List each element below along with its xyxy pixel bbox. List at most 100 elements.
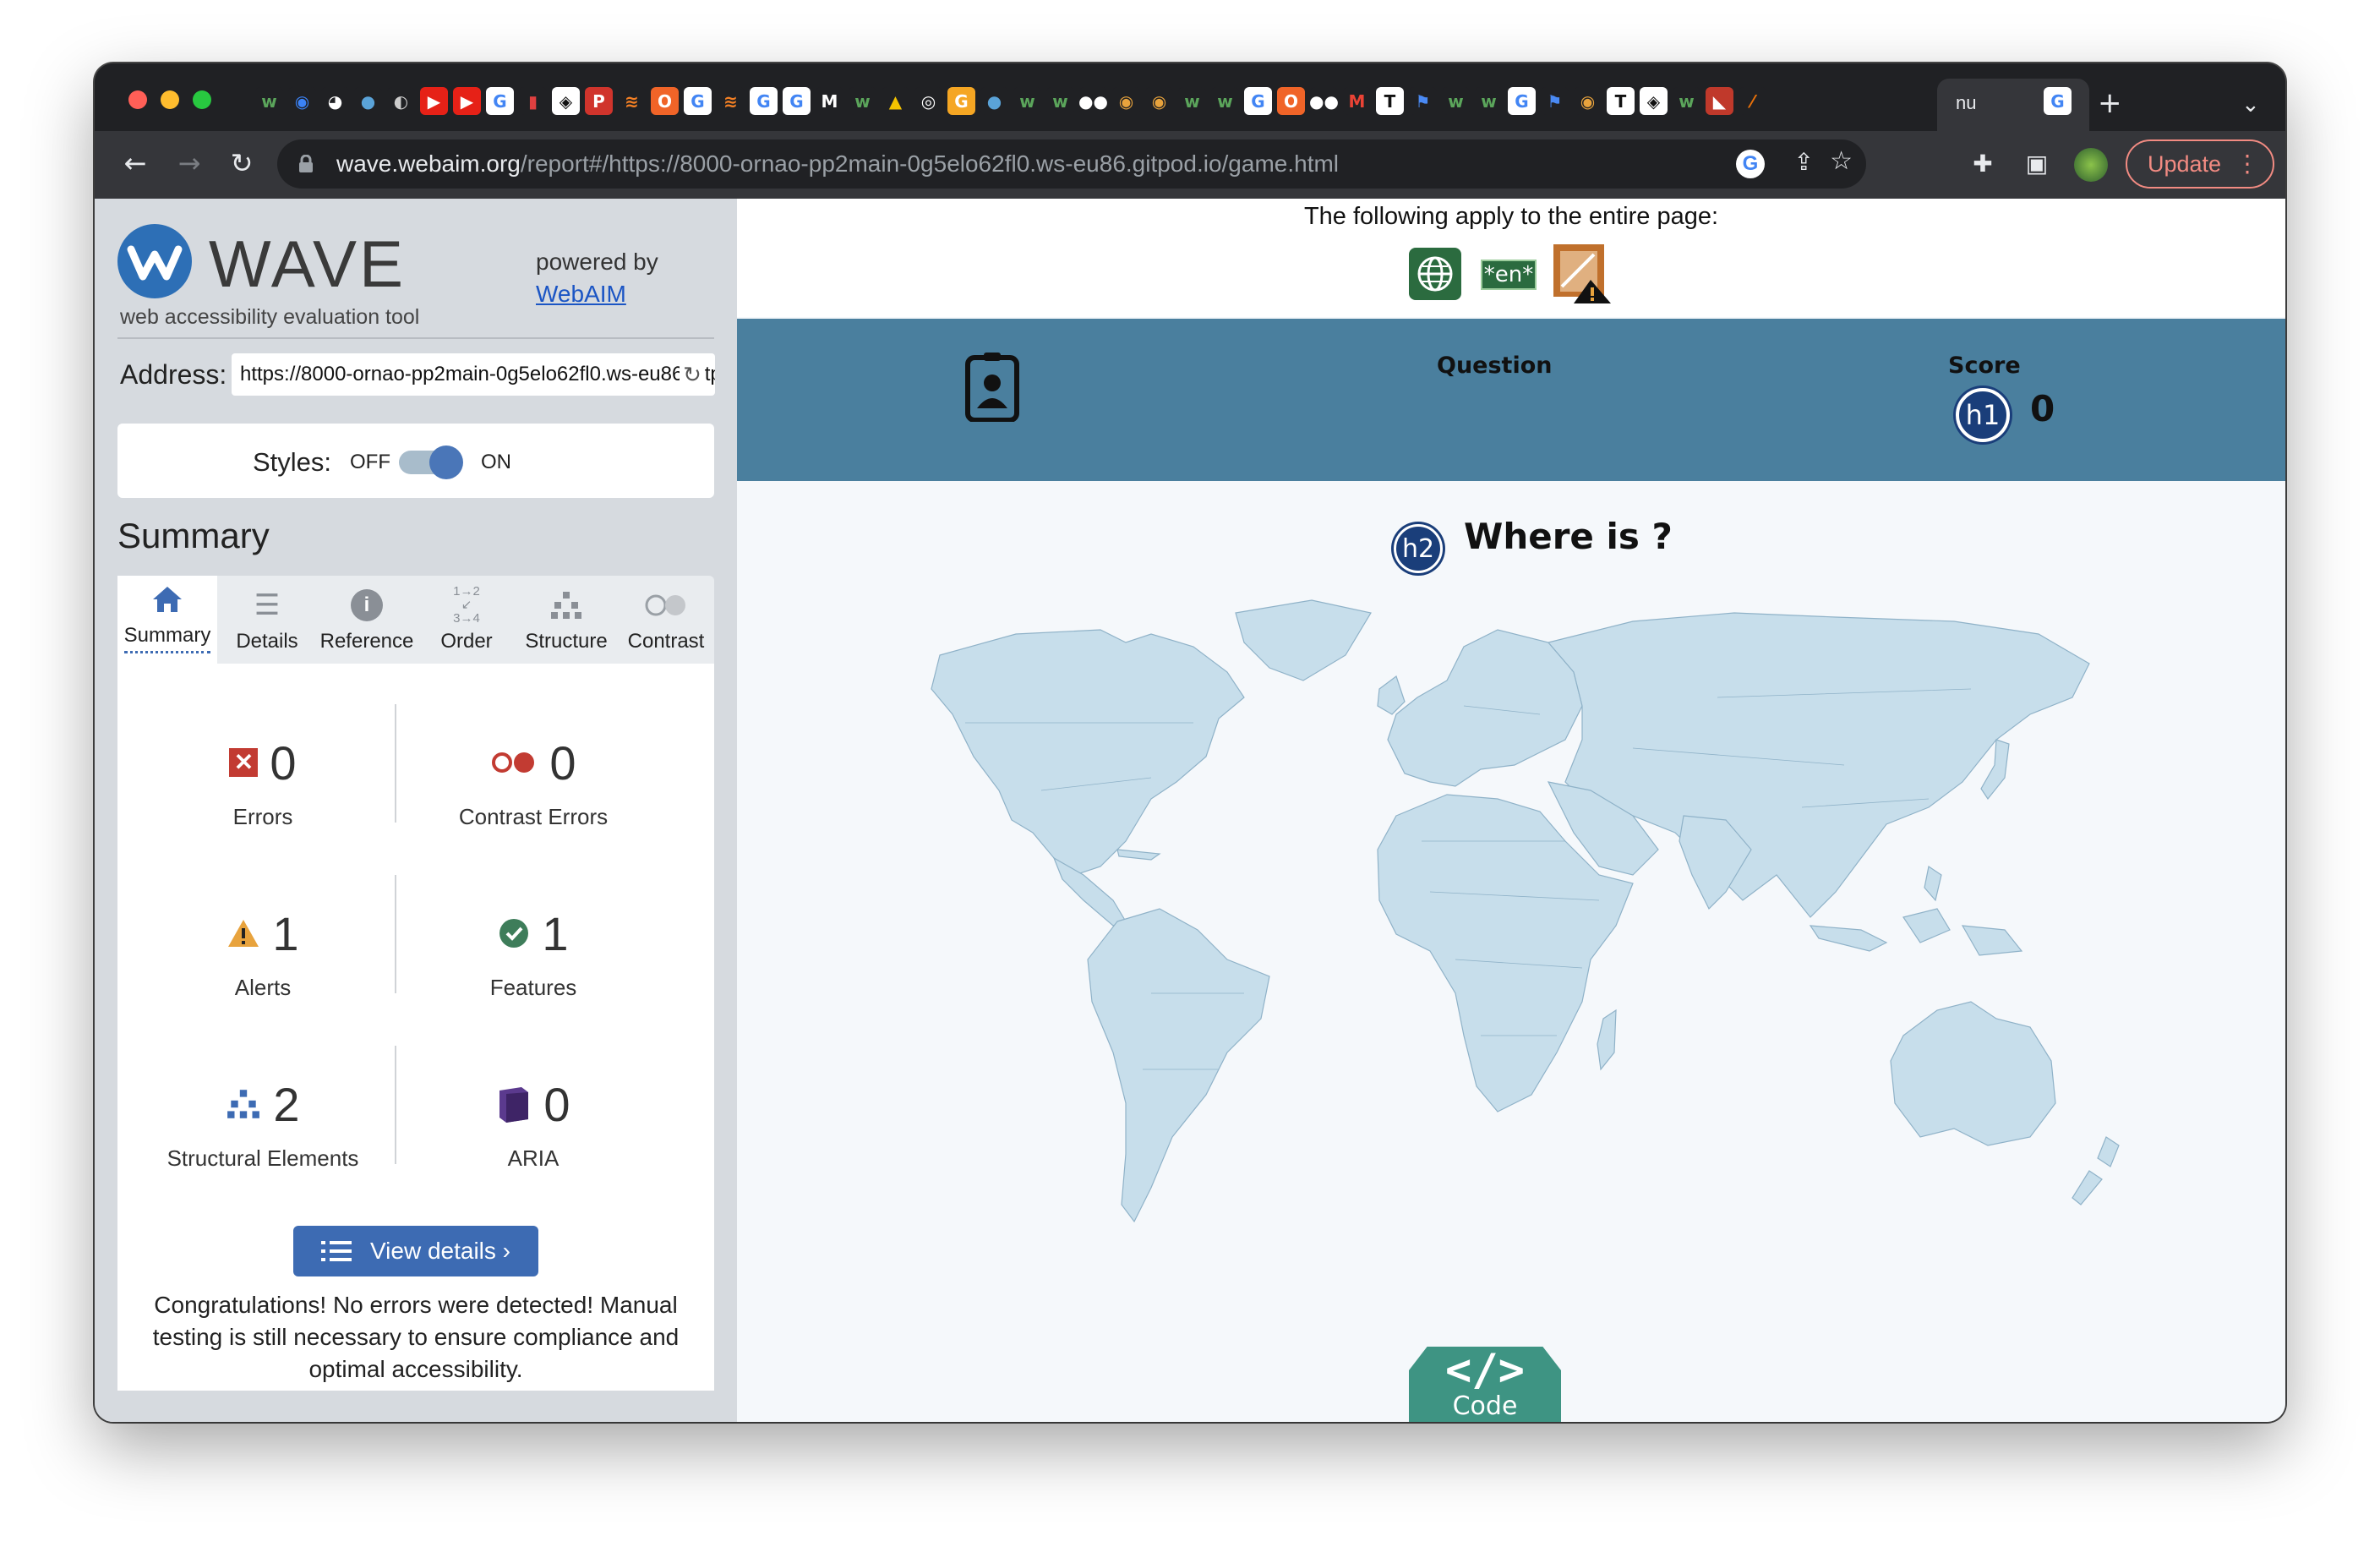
pinned-tab-favicon-icon[interactable]: ●● — [1309, 87, 1339, 115]
pinned-tab-favicon-icon[interactable]: M — [816, 87, 843, 115]
map-australia[interactable] — [1890, 1001, 2056, 1146]
pinned-tab-favicon-icon[interactable]: O — [651, 87, 679, 115]
extensions-puzzle-icon[interactable]: ✚ — [1966, 146, 2000, 180]
map-madagascar[interactable] — [1597, 1009, 1617, 1071]
google-lens-icon[interactable]: G — [1736, 150, 1765, 178]
view-details-button[interactable]: View details › — [293, 1226, 538, 1276]
tab-details[interactable]: ☰ Details — [217, 576, 317, 664]
pinned-tab-favicon-icon[interactable]: w — [849, 87, 876, 115]
pinned-tab-favicon-icon[interactable]: ◐ — [387, 87, 415, 115]
language-globe-icon[interactable] — [1409, 248, 1461, 300]
aria-stat[interactable]: 0 ARIA — [407, 1074, 660, 1172]
tab-contrast[interactable]: Contrast — [616, 576, 716, 664]
pinned-tab-favicon-icon[interactable]: O — [1277, 87, 1305, 115]
pinned-tab-favicon-icon[interactable]: ⁄ — [1739, 87, 1766, 115]
world-map[interactable] — [872, 596, 2148, 1255]
tab-reference[interactable]: i Reference — [317, 576, 417, 664]
features-stat[interactable]: 1 Features — [407, 904, 660, 1001]
pinned-tab-favicon-icon[interactable]: ◉ — [1574, 87, 1602, 115]
pinned-tab-favicon-icon[interactable]: ◈ — [1640, 87, 1668, 115]
pinned-tab-favicon-icon[interactable]: P — [585, 87, 613, 115]
pinned-tab-favicon-icon[interactable]: ≋ — [717, 87, 745, 115]
pinned-tab-favicon-icon[interactable]: G — [1508, 87, 1536, 115]
share-icon[interactable]: ⇪ — [1794, 148, 1814, 176]
h2-badge-icon[interactable]: h2 — [1394, 524, 1443, 573]
webaim-link[interactable]: WebAIM — [536, 281, 626, 307]
pinned-tab-favicon-icon[interactable]: ≋ — [618, 87, 646, 115]
pinned-tab-favicon-icon[interactable]: G — [947, 87, 975, 115]
address-bar[interactable]: wave.webaim.org/report#/https://8000-orn… — [277, 139, 1866, 189]
pinned-tab-favicon-icon[interactable]: G — [750, 87, 778, 115]
pinned-tab-favicon-icon[interactable]: M — [1343, 87, 1371, 115]
forward-button[interactable]: → — [171, 145, 208, 182]
tab-summary[interactable]: Summary — [117, 576, 217, 664]
tab-label: Details — [236, 630, 298, 653]
close-window-button[interactable] — [128, 90, 147, 109]
pinned-tab-favicon-icon[interactable]: ▮ — [519, 87, 547, 115]
pinned-tab-favicon-icon[interactable]: G — [783, 87, 811, 115]
contrast-errors-stat[interactable]: 0 Contrast Errors — [407, 733, 660, 830]
pinned-tab-favicon-icon[interactable]: w — [1046, 87, 1074, 115]
pinned-tab-favicon-icon[interactable]: w — [1442, 87, 1470, 115]
pinned-tab-favicon-icon[interactable]: ● — [980, 87, 1008, 115]
pinned-tab-favicon-icon[interactable]: ◉ — [288, 87, 316, 115]
pinned-tab-favicon-icon[interactable]: G — [486, 87, 514, 115]
back-button[interactable]: ← — [117, 145, 154, 182]
pinned-tab-favicon-icon[interactable]: w — [1673, 87, 1700, 115]
more-menu-icon[interactable]: ⋮ — [2235, 150, 2259, 178]
update-button[interactable]: Update ⋮ — [2126, 139, 2274, 189]
map-greenland[interactable] — [1235, 599, 1372, 681]
map-north-america[interactable] — [931, 629, 1245, 876]
structural-stat[interactable]: 2 Structural Elements — [136, 1074, 390, 1172]
pinned-tab-favicon-icon[interactable]: w — [1211, 87, 1239, 115]
errors-stat[interactable]: ✕ 0 Errors — [136, 733, 390, 830]
map-cuba[interactable] — [1116, 849, 1161, 861]
address-input[interactable]: https://8000-ornao-pp2main-0g5elo62fl0.w… — [232, 353, 715, 396]
tab-order[interactable]: 1→2 ↙ 3→4 Order — [417, 576, 516, 664]
google-tab-icon[interactable]: G — [2044, 87, 2072, 115]
pinned-tab-favicon-icon[interactable]: ◎ — [914, 87, 942, 115]
pinned-tab-favicon-icon[interactable]: G — [684, 87, 712, 115]
pinned-tab-favicon-icon[interactable]: ▲ — [882, 87, 909, 115]
new-tab-button[interactable]: + — [2098, 89, 2122, 118]
h1-badge-icon[interactable]: h1 — [1956, 388, 2010, 442]
reload-button[interactable]: ↻ — [223, 145, 260, 182]
pinned-tab-favicon-icon[interactable]: ◉ — [1145, 87, 1173, 115]
pinned-tab-favicon-icon[interactable]: ◉ — [1112, 87, 1140, 115]
code-toggle-button[interactable]: </> Code — [1409, 1347, 1561, 1422]
pinned-tab-favicon-icon[interactable]: w — [1013, 87, 1041, 115]
language-en-badge[interactable]: *en* — [1481, 260, 1537, 290]
pinned-tab-favicon-icon[interactable]: ◈ — [552, 87, 580, 115]
tab-search-chevron-icon[interactable]: ⌄ — [2241, 94, 2260, 116]
pinned-tab-favicon-icon[interactable]: ⚑ — [1541, 87, 1569, 115]
tab-label: Summary — [123, 624, 211, 653]
pinned-tab-favicon-icon[interactable]: T — [1607, 87, 1635, 115]
pinned-tab-favicon-icon[interactable]: ▶ — [453, 87, 481, 115]
refresh-icon[interactable]: ↻ — [680, 362, 705, 387]
pinned-tab-favicon-icon[interactable]: ●● — [1078, 87, 1108, 115]
pinned-tab-favicon-icon[interactable]: G — [1244, 87, 1272, 115]
pinned-tab-favicon-icon[interactable]: w — [1475, 87, 1503, 115]
congrats-message: Congratulations! No errors were detected… — [152, 1292, 680, 1382]
profile-avatar[interactable] — [2074, 148, 2108, 182]
map-uk[interactable] — [1377, 675, 1406, 715]
pinned-tab-favicon-icon[interactable]: ● — [354, 87, 382, 115]
question-label: Question — [1437, 353, 1553, 379]
page-title-alert-icon[interactable] — [1550, 241, 1614, 305]
pinned-tab-favicon-icon[interactable]: w — [1178, 87, 1206, 115]
pinned-tab-favicon-icon[interactable]: T — [1376, 87, 1404, 115]
maximize-window-button[interactable] — [193, 90, 211, 109]
pinned-tab-favicon-icon[interactable]: w — [255, 87, 283, 115]
pinned-tab-favicon-icon[interactable]: ◣ — [1706, 87, 1733, 115]
styles-toggle[interactable] — [399, 446, 463, 479]
map-new-zealand[interactable] — [2072, 1136, 2120, 1205]
pinned-tab-favicon-icon[interactable]: ⚑ — [1409, 87, 1437, 115]
minimize-window-button[interactable] — [161, 90, 179, 109]
alerts-stat[interactable]: 1 Alerts — [136, 904, 390, 1001]
tab-structure[interactable]: Structure — [516, 576, 616, 664]
pinned-tab-favicon-icon[interactable]: ▶ — [420, 87, 448, 115]
map-south-america[interactable] — [1087, 908, 1270, 1223]
pinned-tab-favicon-icon[interactable]: ◕ — [321, 87, 349, 115]
side-panel-icon[interactable]: ▣ — [2020, 146, 2054, 180]
bookmark-star-icon[interactable]: ☆ — [1830, 146, 1853, 176]
